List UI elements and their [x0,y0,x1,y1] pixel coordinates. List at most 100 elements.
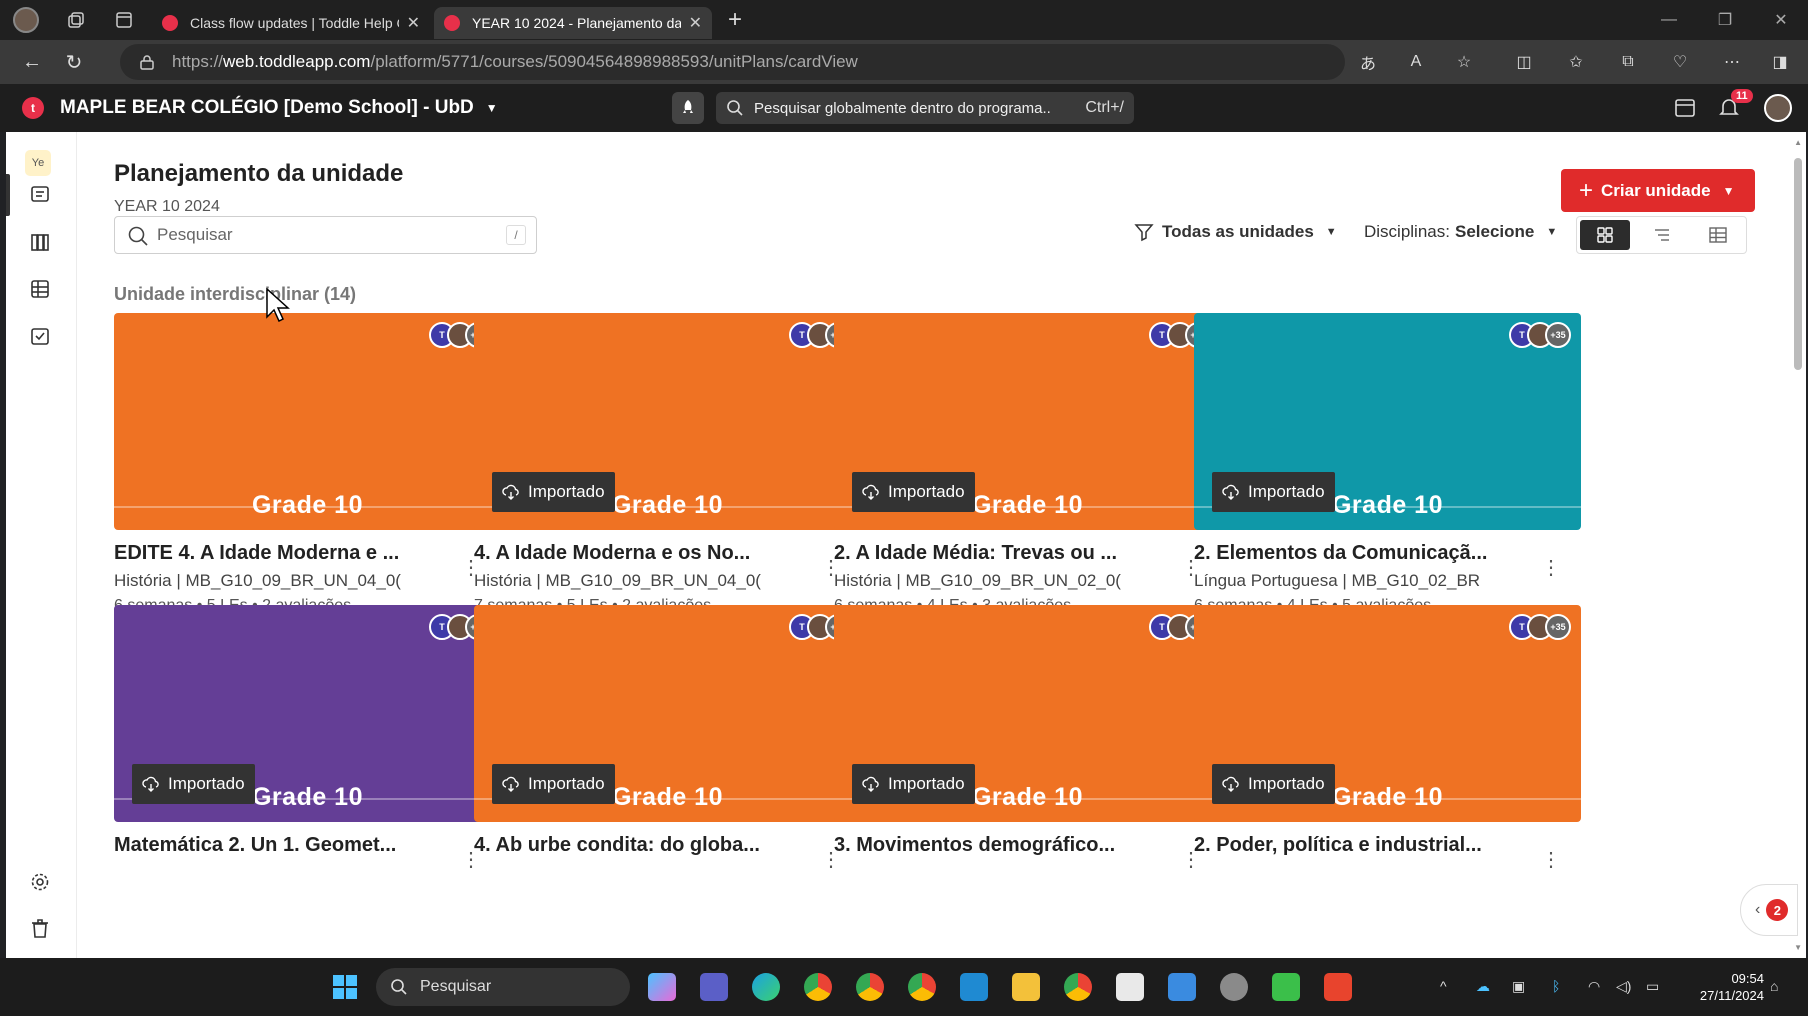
back-icon[interactable]: ← [14,44,50,80]
unit-card-banner[interactable]: T+35Grade 10Importado [1194,313,1581,530]
grid-view-icon[interactable] [1580,220,1631,250]
tab-actions-icon[interactable] [110,6,138,34]
unit-plans-icon[interactable] [28,183,52,207]
settings-icon[interactable] [1220,973,1248,1001]
chevron-down-icon[interactable]: ▼ [486,101,498,115]
favorites-icon[interactable]: ✩ [1564,50,1588,74]
collections-icon[interactable] [62,6,90,34]
windows-start-icon[interactable] [332,974,358,1000]
unit-card-title[interactable]: 4. Ab urbe condita: do globa... [474,834,794,857]
tray-app-icon[interactable]: ▣ [1512,978,1525,995]
url-field[interactable]: https://web.toddleapp.com/platform/5771/… [120,44,1345,80]
more-icon[interactable]: ⋯ [1720,50,1744,74]
profile-icon[interactable] [12,6,40,34]
unit-card-banner[interactable]: T+27Grade 10Importado [474,313,861,530]
notification-center-icon[interactable]: ⌂ [1770,978,1778,994]
list-view-icon[interactable] [1633,217,1689,253]
unit-card[interactable]: T+35Grade 10Importado 3. Movimentos demog… [834,605,1221,871]
search-input[interactable]: Pesquisar / [114,216,537,254]
unit-card-banner[interactable]: T+35Grade 10Importado [834,605,1221,822]
unit-card-banner[interactable]: T+35Grade 10 [114,313,501,530]
unit-card[interactable]: T+35Grade 10Importado 4. Ab urbe condita:… [474,605,861,871]
unit-card-title[interactable]: 2. Poder, política e industrial... [1194,834,1514,857]
minimize-icon[interactable]: — [1642,0,1696,40]
bluetooth-icon[interactable]: ᛒ [1552,978,1560,994]
sidebar-icon[interactable]: ◨ [1768,50,1792,74]
unit-card[interactable]: T+27Grade 10Importado 4. A Idade Moderna … [474,313,861,615]
scrollbar[interactable]: ▲ ▼ [1790,132,1806,958]
create-unit-button[interactable]: + Criar unidade ▼ [1561,169,1755,212]
discipline-filter-dropdown[interactable]: Disciplinas: Selecione ▼ [1364,222,1557,242]
unit-card-title[interactable]: 4. A Idade Moderna e os No... [474,542,794,565]
unit-card-title[interactable]: EDITE 4. A Idade Moderna e ... [114,542,434,565]
trash-icon[interactable] [28,916,52,940]
gradebook-icon[interactable] [28,277,52,301]
more-options-icon[interactable]: ⋮ [1541,847,1561,872]
rocket-icon[interactable] [672,92,704,124]
unit-card-title[interactable]: 3. Movimentos demográfico... [834,834,1154,857]
unit-card-banner[interactable]: T+35Grade 10Importado [114,605,501,822]
course-badge[interactable]: Ye [25,150,51,176]
read-aloud-icon[interactable]: A [1404,50,1428,74]
unit-card-title[interactable]: Matemática 2. Un 1. Geomet... [114,834,434,857]
edge-icon[interactable] [752,973,780,1001]
chevron-down-icon[interactable]: ▼ [1723,184,1735,198]
toddle-logo-icon[interactable]: t [22,97,44,119]
collaborator-avatars[interactable]: T+35 [1509,614,1571,640]
chrome-icon[interactable] [1064,973,1092,1001]
library-icon[interactable] [28,230,52,254]
browser-tab-unit-plans[interactable]: YEAR 10 2024 - Planejamento da u ✕ [434,7,712,39]
favorite-star-icon[interactable]: ☆ [1452,50,1476,74]
split-screen-icon[interactable]: ◫ [1512,50,1536,74]
battery-icon[interactable]: ▭ [1646,978,1659,995]
taskbar-search[interactable]: Pesquisar [376,968,630,1006]
chrome-icon[interactable] [804,973,832,1001]
close-tab-icon[interactable]: ✕ [689,13,702,33]
scroll-thumb[interactable] [1794,158,1802,370]
file-explorer-icon[interactable] [1012,973,1040,1001]
new-tab-button[interactable]: + [728,6,742,34]
wifi-icon[interactable]: ◠ [1588,978,1600,995]
app-green-icon[interactable] [1272,973,1300,1001]
collaborator-avatars[interactable]: T+35 [1509,322,1571,348]
reload-icon[interactable]: ↻ [56,44,92,80]
global-search-input[interactable]: Pesquisar globalmente dentro do programa… [716,92,1134,124]
unit-card-banner[interactable]: T+35Grade 10Importado [1194,605,1581,822]
filter-units-dropdown[interactable]: Todas as unidades ▼ [1134,222,1337,242]
unit-card[interactable]: T+35Grade 10Importado Matemática 2. Un 1.… [114,605,501,871]
avatar[interactable] [1764,94,1792,122]
school-name[interactable]: MAPLE BEAR COLÉGIO [Demo School] - UbD [60,97,474,119]
chrome-icon[interactable] [908,973,936,1001]
volume-icon[interactable]: ◁) [1616,978,1631,995]
system-clock[interactable]: 09:54 27/11/2024 [1700,970,1764,1004]
vscode-icon[interactable] [960,973,988,1001]
copilot-icon[interactable] [648,973,676,1001]
chrome-icon[interactable] [856,973,884,1001]
close-tab-icon[interactable]: ✕ [407,13,420,33]
collections-icon[interactable]: ⧉ [1616,50,1640,74]
browser-essentials-icon[interactable]: ♡ [1668,50,1692,74]
unit-card[interactable]: T +35 Grade 10 Importado 2. Poder, política … [1194,605,1581,871]
unit-card[interactable]: T+35Grade 10Importado 2. A Idade Média: T… [834,313,1221,615]
unit-card[interactable]: T+35Grade 10 EDITE 4. A Idade Moderna e .… [114,313,501,615]
snipping-tool-icon[interactable] [1116,973,1144,1001]
settings-icon[interactable] [28,870,52,894]
unit-card-title[interactable]: 2. A Idade Média: Trevas ou ... [834,542,1154,565]
unit-card[interactable]: T +35 Grade 10 Importado 2. Elementos da Com… [1194,313,1581,615]
scroll-up-icon[interactable]: ▲ [1794,138,1802,147]
unit-card-title[interactable]: 2. Elementos da Comunicaçã... [1194,542,1514,565]
more-options-icon[interactable]: ⋮ [1541,555,1561,580]
translate-icon[interactable]: あ [1356,50,1380,74]
teams-icon[interactable] [700,973,728,1001]
chevron-up-icon[interactable]: ^ [1440,978,1447,994]
table-view-icon[interactable] [1690,217,1746,253]
app-red-icon[interactable] [1324,973,1352,1001]
close-window-icon[interactable]: ✕ [1754,0,1808,40]
assessments-icon[interactable] [28,324,52,348]
scroll-down-icon[interactable]: ▼ [1794,943,1802,952]
restore-icon[interactable]: ❐ [1698,0,1752,40]
calendar-icon[interactable] [1674,96,1696,118]
unit-card-banner[interactable]: T+35Grade 10Importado [834,313,1221,530]
unit-card-banner[interactable]: T+35Grade 10Importado [474,605,861,822]
side-panel-tab[interactable]: ‹ 2 [1740,884,1798,936]
